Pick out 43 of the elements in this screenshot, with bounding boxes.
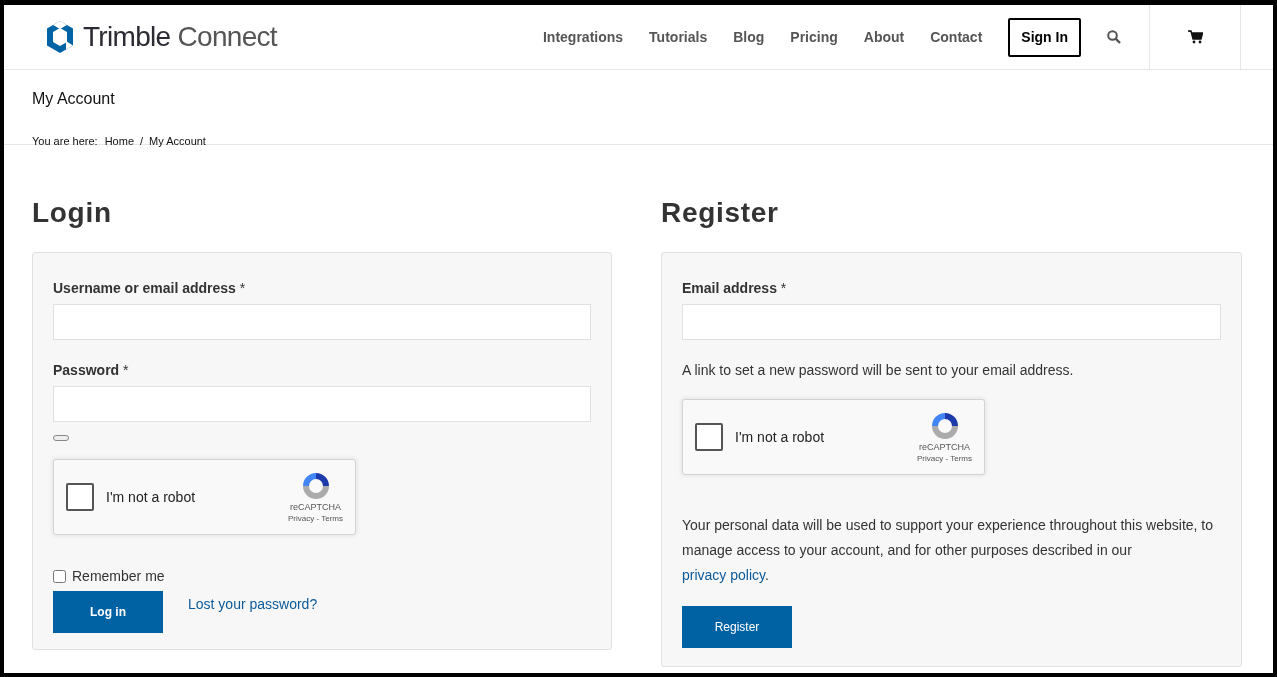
nav-link[interactable]: Integrations: [543, 26, 624, 48]
field-label: Password *: [53, 361, 130, 380]
recaptcha-widget[interactable]: I'm not a robot reCAPTCHA Privacy - Terms: [682, 399, 985, 475]
breadcrumb-separator: /: [140, 134, 144, 149]
text-field[interactable]: [53, 304, 591, 340]
privacy-notice: Your personal data will be used to support your experience throughout this website, to manage access to your account, and for other purposes described in our privacy policy.: [682, 516, 1215, 585]
recaptcha-checkbox[interactable]: [66, 483, 94, 511]
register-heading: Register: [661, 196, 780, 230]
recaptcha-widget[interactable]: I'm not a robot reCAPTCHA Privacy - Terms: [53, 459, 356, 535]
password-link-note: A link to set a new password will be sent to your email address.: [682, 361, 1075, 380]
recaptcha-brand: reCAPTCHA: [290, 502, 341, 514]
sign-in-button[interactable]: Sign In: [1008, 17, 1081, 57]
login-button[interactable]: Log in: [53, 591, 163, 633]
register-button[interactable]: Register: [682, 606, 792, 648]
field-label: Email address *: [682, 279, 788, 298]
small-empty-button[interactable]: [53, 435, 69, 441]
remember-checkbox[interactable]: [53, 570, 66, 583]
search-icon[interactable]: [1107, 30, 1121, 44]
breadcrumb-prefix: You are here:: [32, 134, 98, 149]
nav-link[interactable]: Contact: [930, 26, 983, 48]
nav-link[interactable]: About: [863, 26, 905, 48]
text-field[interactable]: [682, 304, 1221, 340]
field-label: Username or email address *: [53, 279, 247, 298]
remember-label: Remember me: [72, 567, 165, 586]
recaptcha-links[interactable]: Privacy - Terms: [288, 513, 343, 524]
lost-password-link[interactable]: Lost your password?: [188, 594, 318, 615]
nav-link[interactable]: Pricing: [790, 26, 838, 48]
brand-name[interactable]: Trimble Connect: [83, 16, 277, 58]
logo-icon: [45, 20, 75, 54]
page-title: My Account: [32, 89, 116, 109]
nav-link[interactable]: Tutorials: [649, 26, 708, 48]
recaptcha-label: I'm not a robot: [106, 487, 196, 507]
recaptcha-checkbox[interactable]: [695, 423, 723, 451]
breadcrumb-link[interactable]: My Account: [149, 133, 206, 150]
breadcrumb-link[interactable]: Home: [104, 133, 134, 150]
recaptcha-links[interactable]: Privacy - Terms: [917, 453, 972, 464]
text-field[interactable]: [53, 386, 591, 422]
recaptcha-brand: reCAPTCHA: [919, 442, 970, 454]
nav-link[interactable]: Blog: [733, 26, 765, 48]
recaptcha-label: I'm not a robot: [735, 427, 825, 447]
privacy-policy-link[interactable]: privacy policy: [682, 567, 765, 583]
cart-icon[interactable]: [1187, 30, 1203, 44]
login-heading: Login: [32, 196, 113, 230]
